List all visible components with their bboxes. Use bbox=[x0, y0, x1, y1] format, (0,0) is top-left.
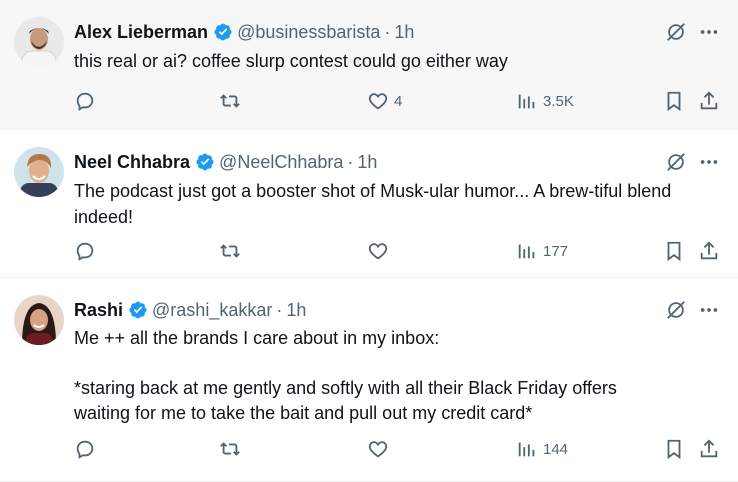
like-count: 4 bbox=[394, 92, 403, 110]
more-icon[interactable] bbox=[697, 20, 721, 44]
repost-button[interactable] bbox=[219, 437, 246, 461]
repost-button[interactable] bbox=[219, 89, 246, 113]
avatar[interactable] bbox=[14, 147, 64, 197]
heart-icon bbox=[368, 441, 388, 458]
reply-button[interactable] bbox=[74, 89, 101, 113]
verified-badge-icon bbox=[128, 300, 148, 320]
like-button[interactable] bbox=[367, 239, 394, 263]
views-button[interactable]: 144 bbox=[516, 437, 568, 461]
tweet-text: The podcast just got a booster shot of M… bbox=[74, 181, 677, 227]
tweet[interactable]: Alex Lieberman @businessbarista · 1h thi… bbox=[0, 0, 738, 130]
bookmark-button[interactable] bbox=[663, 89, 685, 113]
grok-icon[interactable] bbox=[664, 20, 688, 44]
separator-dot: · bbox=[276, 300, 283, 320]
avatar[interactable] bbox=[14, 295, 64, 345]
bookmark-icon bbox=[667, 241, 681, 262]
tweet-feed: Alex Lieberman @businessbarista · 1h thi… bbox=[0, 0, 738, 482]
views-bar-icon bbox=[518, 244, 535, 259]
author-name[interactable]: Alex Lieberman bbox=[74, 20, 208, 44]
action-bar: 144 bbox=[74, 437, 724, 461]
more-icon[interactable] bbox=[697, 298, 721, 322]
tweet-header: Rashi @rashi_kakkar · 1h bbox=[74, 298, 306, 322]
repost-icon bbox=[220, 442, 240, 456]
tweet-header: Alex Lieberman @businessbarista · 1h bbox=[74, 20, 414, 44]
author-handle[interactable]: @businessbarista bbox=[237, 20, 380, 44]
view-count: 177 bbox=[543, 242, 569, 260]
action-bar: 4 3.5K bbox=[74, 89, 724, 113]
repost-icon bbox=[220, 244, 240, 258]
share-button[interactable] bbox=[698, 89, 720, 113]
bookmark-button[interactable] bbox=[663, 239, 685, 263]
avatar[interactable] bbox=[14, 17, 64, 67]
views-button[interactable]: 177 bbox=[516, 239, 568, 263]
author-handle[interactable]: @NeelChhabra bbox=[219, 150, 343, 174]
tweet[interactable]: Neel Chhabra @NeelChhabra · 1h The podca… bbox=[0, 130, 738, 278]
share-icon bbox=[700, 439, 718, 458]
heart-icon bbox=[368, 243, 388, 260]
like-button[interactable] bbox=[367, 437, 394, 461]
view-count: 144 bbox=[543, 440, 569, 458]
tweet-text: this real or ai? coffee slurp contest co… bbox=[74, 51, 508, 71]
repost-icon bbox=[220, 94, 240, 108]
view-count: 3.5K bbox=[543, 92, 574, 110]
grok-icon[interactable] bbox=[664, 298, 688, 322]
tweet-header: Neel Chhabra @NeelChhabra · 1h bbox=[74, 150, 377, 174]
reply-icon bbox=[76, 92, 94, 111]
reply-icon bbox=[76, 242, 94, 261]
grok-icon[interactable] bbox=[664, 150, 688, 174]
heart-icon bbox=[368, 93, 388, 110]
tweet[interactable]: Rashi @rashi_kakkar · 1h Me ++ all the b… bbox=[0, 278, 738, 482]
repost-button[interactable] bbox=[219, 239, 246, 263]
author-name[interactable]: Neel Chhabra bbox=[74, 150, 190, 174]
reply-button[interactable] bbox=[74, 239, 101, 263]
share-icon bbox=[700, 241, 718, 260]
views-bar-icon bbox=[518, 442, 535, 457]
more-icon[interactable] bbox=[697, 150, 721, 174]
views-bar-icon bbox=[518, 94, 535, 109]
bookmark-button[interactable] bbox=[663, 437, 685, 461]
verified-badge-icon bbox=[213, 22, 233, 42]
timestamp[interactable]: 1h bbox=[286, 298, 306, 322]
share-button[interactable] bbox=[698, 437, 720, 461]
like-button[interactable]: 4 bbox=[367, 89, 402, 113]
timestamp[interactable]: 1h bbox=[394, 20, 414, 44]
views-button[interactable]: 3.5K bbox=[516, 89, 574, 113]
separator-dot: · bbox=[384, 22, 391, 42]
author-handle[interactable]: @rashi_kakkar bbox=[152, 298, 272, 322]
timestamp[interactable]: 1h bbox=[357, 150, 377, 174]
action-bar: 177 bbox=[74, 239, 724, 263]
verified-badge-icon bbox=[195, 152, 215, 172]
bookmark-icon bbox=[667, 439, 681, 460]
share-icon bbox=[700, 91, 718, 110]
separator-dot: · bbox=[347, 152, 354, 172]
tweet-text: Me ++ all the brands I care about in my … bbox=[74, 328, 617, 423]
bookmark-icon bbox=[667, 91, 681, 112]
reply-icon bbox=[76, 440, 94, 459]
share-button[interactable] bbox=[698, 239, 720, 263]
reply-button[interactable] bbox=[74, 437, 101, 461]
author-name[interactable]: Rashi bbox=[74, 298, 123, 322]
